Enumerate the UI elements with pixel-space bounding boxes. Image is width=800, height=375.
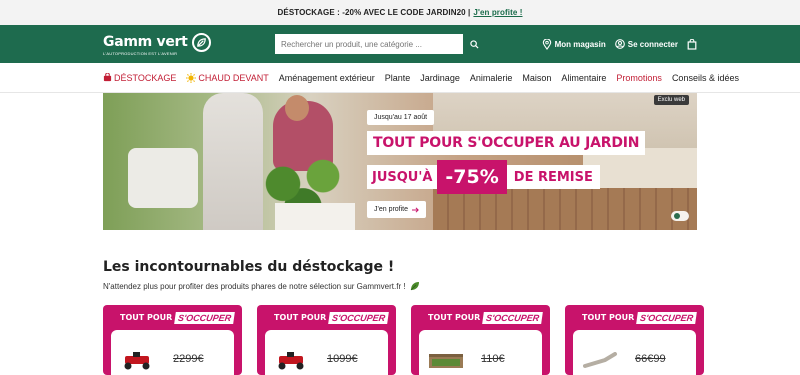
logo-tagline: L'AUTOPRODUCTION EST L'AVENIR bbox=[103, 50, 178, 56]
card-body: 110€ bbox=[419, 330, 542, 375]
card-body: 2299€ bbox=[111, 330, 234, 375]
banner-title: TOUT POUR S'OCCUPER AU JARDIN bbox=[367, 131, 646, 155]
carousel-pause-toggle[interactable] bbox=[671, 211, 689, 221]
nav-item-promotions[interactable]: Promotions bbox=[616, 73, 662, 83]
section-title: Les incontournables du déstockage ! bbox=[103, 259, 395, 275]
nav-item-alimentaire[interactable]: Alimentaire bbox=[561, 73, 606, 83]
card-badge-part1: TOUT POUR bbox=[120, 313, 173, 322]
banner-cta-button[interactable]: J'en profite bbox=[367, 201, 427, 218]
card-price: 110€ bbox=[481, 353, 505, 365]
section-subtitle: N'attendez plus pour profiter des produi… bbox=[103, 281, 420, 291]
banner-percent: -75% bbox=[437, 160, 507, 194]
nav-item-conseils[interactable]: Conseils & idées bbox=[672, 73, 739, 83]
logo[interactable]: Gamm vert L'AUTOPRODUCTION EST L'AVENIR bbox=[103, 32, 211, 56]
nav-item-destockage[interactable]: DÉSTOCKAGE bbox=[103, 73, 176, 83]
card-badge: TOUT POUR S'OCCUPER bbox=[117, 311, 236, 324]
store-link[interactable]: Mon magasin bbox=[542, 38, 606, 50]
nav-item-plante[interactable]: Plante bbox=[385, 73, 411, 83]
product-card[interactable]: TOUT POUR S'OCCUPER 110€ bbox=[411, 305, 550, 375]
nav-item-label: DÉSTOCKAGE bbox=[114, 72, 177, 83]
card-price: 2299€ bbox=[173, 353, 204, 365]
nav-item-label: Aménagement extérieur bbox=[278, 72, 375, 83]
search-input[interactable] bbox=[275, 34, 463, 54]
card-badge-part2: S'OCCUPER bbox=[636, 311, 698, 324]
nav-item-maison[interactable]: Maison bbox=[522, 73, 551, 83]
lounger-icon bbox=[583, 352, 617, 368]
card-body: 1099€ bbox=[265, 330, 388, 375]
login-label: Se connecter bbox=[627, 39, 678, 49]
card-badge-part2: S'OCCUPER bbox=[482, 311, 544, 324]
banner-date: Jusqu'au 17 août bbox=[367, 110, 435, 125]
garden-box-icon bbox=[429, 354, 463, 368]
card-body: 66€99 bbox=[573, 330, 696, 375]
banner-deck-image bbox=[433, 188, 697, 230]
nav-item-amenagement[interactable]: Aménagement extérieur bbox=[279, 73, 375, 83]
header-actions: Mon magasin Se connecter bbox=[542, 25, 697, 63]
card-badge-part1: TOUT POUR bbox=[582, 313, 635, 322]
product-card[interactable]: TOUT POUR S'OCCUPER 2299€ bbox=[103, 305, 242, 375]
promo-text: DÉSTOCKAGE : -20% AVEC LE CODE JARDIN20 … bbox=[277, 8, 471, 17]
banner-planter-image bbox=[128, 148, 198, 208]
leaf-icon bbox=[191, 32, 211, 52]
nav-item-label: Alimentaire bbox=[561, 72, 607, 83]
site-header: Gamm vert L'AUTOPRODUCTION EST L'AVENIR … bbox=[0, 25, 800, 63]
banner-crate-image bbox=[275, 203, 355, 230]
card-badge: TOUT POUR S'OCCUPER bbox=[271, 311, 390, 324]
store-label: Mon magasin bbox=[554, 39, 606, 49]
card-price: 66€99 bbox=[635, 353, 666, 365]
product-card[interactable]: TOUT POUR S'OCCUPER 1099€ bbox=[257, 305, 396, 375]
nav-item-label: Promotions bbox=[616, 72, 662, 83]
search-button[interactable] bbox=[463, 34, 485, 54]
cart-button[interactable] bbox=[687, 38, 697, 50]
logo-text: Gamm vert bbox=[103, 34, 188, 50]
nav-item-label: Jardinage bbox=[420, 72, 460, 83]
shopping-bag-icon bbox=[687, 38, 697, 50]
sun-icon bbox=[186, 72, 197, 83]
nav-item-label: Plante bbox=[384, 72, 411, 83]
arrow-right-icon bbox=[412, 206, 419, 213]
search-bar bbox=[275, 34, 485, 54]
banner-cta-label: J'en profite bbox=[374, 206, 409, 213]
promo-bar: DÉSTOCKAGE : -20% AVEC LE CODE JARDIN20 … bbox=[0, 0, 800, 25]
card-badge: TOUT POUR S'OCCUPER bbox=[579, 311, 698, 324]
product-card[interactable]: TOUT POUR S'OCCUPER 66€99 bbox=[565, 305, 704, 375]
nav-item-label: Animalerie bbox=[469, 72, 513, 83]
card-badge: TOUT POUR S'OCCUPER bbox=[425, 311, 544, 324]
exclu-web-badge: Exclu web bbox=[653, 95, 689, 105]
promo-link[interactable]: J'en profite ! bbox=[473, 8, 522, 17]
main-nav: DÉSTOCKAGE CHAUD DEVANT Aménagement exté… bbox=[0, 63, 800, 93]
lawn-tractor-icon bbox=[278, 352, 304, 370]
nav-item-label: Maison bbox=[522, 72, 552, 83]
nav-item-animalerie[interactable]: Animalerie bbox=[470, 73, 513, 83]
nav-item-jardinage[interactable]: Jardinage bbox=[420, 73, 460, 83]
lawn-tractor-icon bbox=[124, 352, 150, 370]
banner-discount: JUSQU'À -75% DE REMISE bbox=[367, 160, 600, 194]
leaf-icon bbox=[410, 282, 419, 291]
card-badge-part2: S'OCCUPER bbox=[174, 311, 236, 324]
card-badge-part1: TOUT POUR bbox=[274, 313, 327, 322]
nav-item-label: CHAUD DEVANT bbox=[198, 72, 269, 83]
user-icon bbox=[614, 39, 625, 49]
nav-item-label: Conseils & idées bbox=[671, 72, 739, 83]
search-icon bbox=[469, 39, 479, 49]
card-badge-part1: TOUT POUR bbox=[428, 313, 481, 322]
nav-item-chaud-devant[interactable]: CHAUD DEVANT bbox=[186, 72, 269, 83]
location-pin-icon bbox=[542, 38, 551, 50]
tag-icon bbox=[103, 73, 112, 82]
card-price: 1099€ bbox=[327, 353, 358, 365]
product-cards: TOUT POUR S'OCCUPER 2299€ TOUT POUR S'OC… bbox=[103, 305, 704, 375]
hero-banner[interactable]: Exclu web Jusqu'au 17 août TOUT POUR S'O… bbox=[103, 93, 697, 230]
banner-gardener-head bbox=[285, 95, 309, 121]
banner-jusqua: JUSQU'À bbox=[372, 169, 433, 185]
section-subtitle-text: N'attendez plus pour profiter des produi… bbox=[103, 281, 406, 291]
banner-remise: DE REMISE bbox=[513, 169, 593, 185]
login-link[interactable]: Se connecter bbox=[614, 39, 678, 49]
card-badge-part2: S'OCCUPER bbox=[328, 311, 390, 324]
